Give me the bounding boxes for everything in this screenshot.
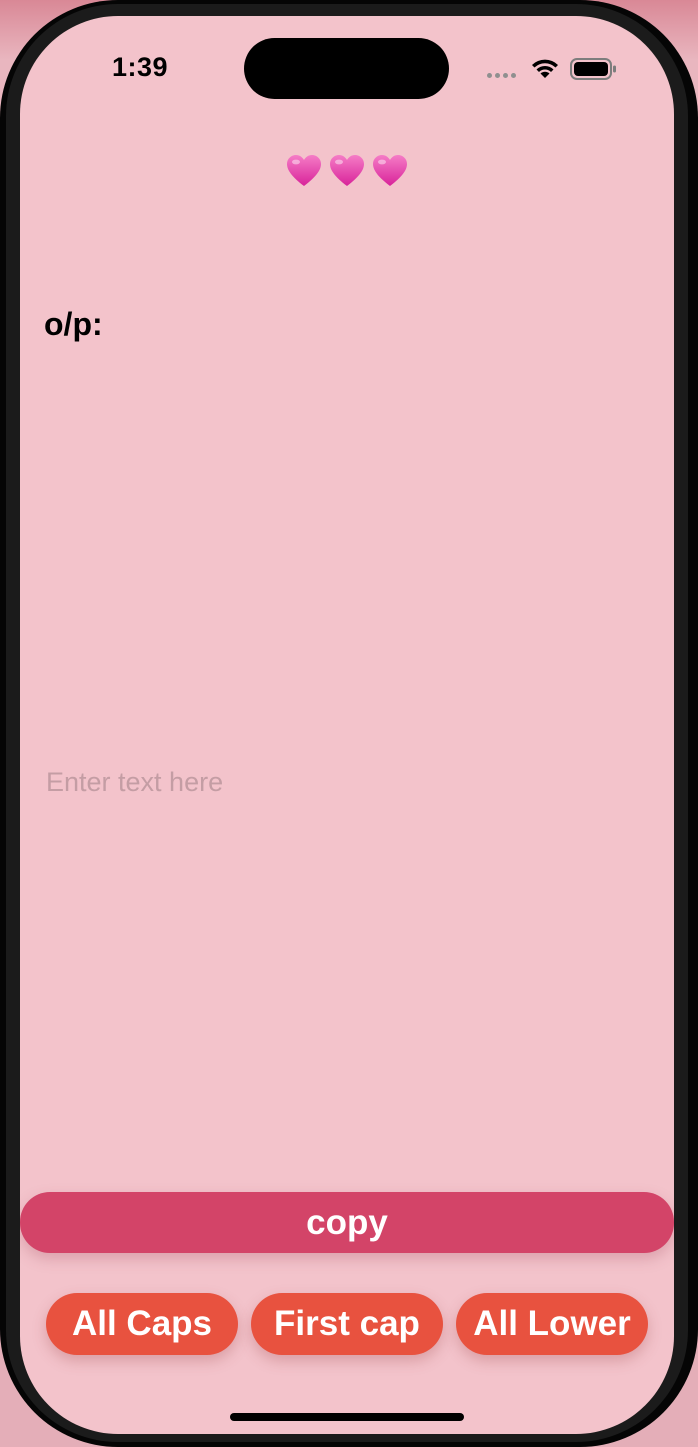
phone-frame: 1:39 o/p: Enter text here copy All Caps …	[0, 0, 698, 1447]
output-label: o/p:	[44, 306, 103, 342]
battery-icon	[570, 58, 616, 80]
home-indicator	[230, 1413, 464, 1421]
header-hearts	[20, 148, 674, 188]
app-screen: 1:39 o/p: Enter text here copy All Caps …	[20, 16, 674, 1434]
case-buttons-row: All Caps First cap All Lower	[46, 1293, 648, 1355]
cellular-signal-icon	[487, 73, 516, 78]
wifi-icon	[532, 59, 558, 78]
dynamic-island	[244, 38, 449, 99]
all-lower-button[interactable]: All Lower	[456, 1293, 648, 1355]
first-cap-button[interactable]: First cap	[251, 1293, 443, 1355]
status-time: 1:39	[112, 52, 169, 82]
heart-icon	[330, 154, 364, 186]
heart-icon	[372, 154, 407, 186]
all-caps-button[interactable]: All Caps	[46, 1293, 238, 1355]
text-input[interactable]	[46, 762, 646, 802]
copy-button[interactable]: copy	[20, 1192, 674, 1253]
heart-icon	[287, 154, 322, 186]
